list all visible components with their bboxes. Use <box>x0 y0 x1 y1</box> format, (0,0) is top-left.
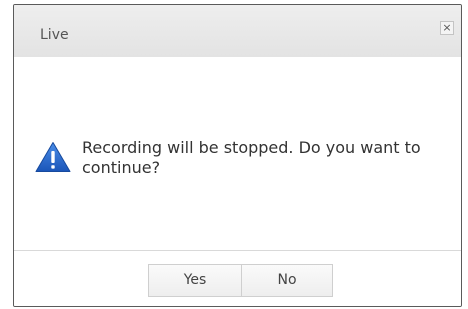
dialog-title: Live <box>40 27 69 43</box>
dialog-titlebar[interactable]: Live × <box>14 5 461 57</box>
warning-icon <box>35 142 71 172</box>
yes-button[interactable]: Yes <box>148 264 242 297</box>
dialog-footer: Yes No <box>14 250 461 306</box>
close-icon: × <box>442 21 452 34</box>
dialog-body: Recording will be stopped. Do you want t… <box>14 57 461 250</box>
no-button[interactable]: No <box>241 264 333 297</box>
confirm-dialog: Live × Recording will be stopped. Do you… <box>13 4 462 307</box>
close-button[interactable]: × <box>440 21 454 35</box>
dialog-message: Recording will be stopped. Do you want t… <box>82 138 421 177</box>
